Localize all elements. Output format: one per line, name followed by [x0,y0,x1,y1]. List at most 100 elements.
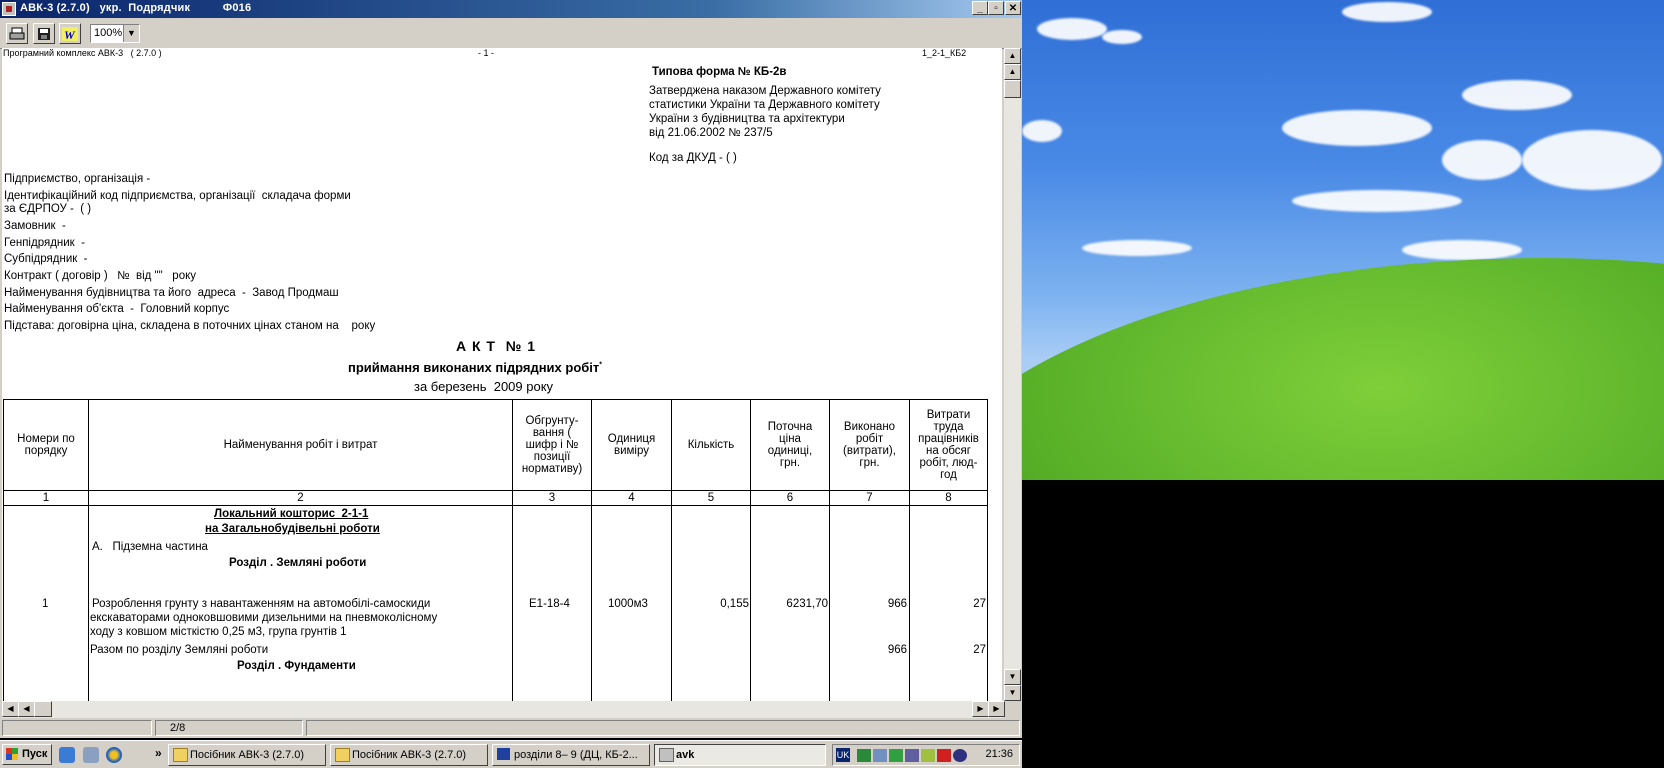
work-name-line: ходу з ковшом місткістю 0,25 м3, група г… [90,626,347,638]
scroll-left-button[interactable]: ◀ [18,701,35,717]
save-button[interactable] [33,23,55,44]
start-label: Пуск [22,748,48,760]
column-number: 4 [591,490,672,506]
table-body: 1 Локальний кошторис 2-1-1 на Загальнобу… [3,505,988,701]
tray-icon[interactable] [857,749,871,762]
start-button[interactable]: Пуск [2,744,52,765]
document-viewport[interactable]: Програмний комплекс АВК-3 ( 2.7.0 ) - 1 … [2,48,1002,701]
work-unit-price: 6231,70 [786,598,828,610]
info-line: Підстава: договірна ціна, складена в пот… [4,320,376,332]
local-estimate-title: Локальний кошторис 2-1-1 [214,508,369,520]
info-line: Генпідрядник - [4,237,85,249]
work-done-amount: 966 [887,598,907,610]
scroll-right-button[interactable]: ▶ [972,701,989,717]
column-number: 5 [671,490,751,506]
scroll-down-button[interactable]: ▼ [1004,669,1021,685]
tray-icon[interactable] [937,749,951,762]
tray-icon[interactable] [873,749,887,762]
info-line: Контракт ( договір ) № від "" року [4,270,197,282]
table-header-row: Номери по порядку Найменування робіт і в… [3,399,988,491]
taskbar-item-avk[interactable]: avk [654,744,826,766]
section-heading: Розділ . Фундаменти [237,660,356,672]
print-button[interactable] [6,23,28,44]
window-title: АВК-3 (2.7.0) укр. Подрядчик Ф016 [20,2,252,14]
scroll-up-button[interactable]: ▲ [1004,64,1021,80]
column-number: 2 [88,490,513,506]
section-label: А. Підземна частина [92,541,208,553]
close-button[interactable]: ✕ [1005,1,1021,15]
language-indicator[interactable]: UK [836,748,850,762]
word-export-button[interactable]: W [59,23,81,44]
avk-window: АВК-3 (2.7.0) укр. Подрядчик Ф016 _ ▫ ✕ … [0,0,1022,738]
work-labor: 27 [973,598,986,610]
status-bar: 2/8 [0,718,1022,738]
taskbar-item-folder[interactable]: Посібник АВК-3 (2.7.0) [330,744,488,766]
scroll-bottom-button[interactable]: ▼ [1004,685,1021,701]
folder-icon [335,748,350,762]
document-page: Програмний комплекс АВК-3 ( 2.7.0 ) - 1 … [2,48,1002,701]
system-tray: UK 21:36 [832,744,1020,766]
dkud-code: Код за ДКУД - ( ) [649,152,737,164]
vertical-scrollbar[interactable]: ▲ ▲ ▼ ▼ [1004,48,1021,701]
window-titlebar[interactable]: АВК-3 (2.7.0) укр. Подрядчик Ф016 _ ▫ ✕ [0,0,1022,18]
maximize-button[interactable]: ▫ [988,1,1004,15]
save-icon [38,28,50,40]
approved-line: від 21.06.2002 № 237/5 [649,127,773,139]
media-player-icon[interactable] [106,747,122,763]
zoom-select[interactable]: 100% ▼ [90,24,140,43]
column-number: 7 [829,490,910,506]
avk-icon [659,748,674,762]
act-subtitle: приймання виконаних підрядних робіт* [348,360,603,375]
info-line: Найменування об'єкта - Головний корпус [4,303,230,315]
row-number: 1 [42,598,49,610]
column-header: Найменування робіт і витрат [88,399,513,491]
tray-icon[interactable] [889,749,903,762]
scroll-top-button[interactable]: ▲ [1004,48,1021,64]
word-icon [497,748,510,760]
quicklaunch-overflow[interactable]: » [155,746,162,760]
ie-icon[interactable] [59,747,75,763]
form-title: Типова форма № КБ-2в [652,66,787,78]
work-quantity: 0,155 [720,598,749,610]
zoom-value: 100% [94,27,123,39]
local-estimate-subtitle: на Загальнобудівельні роботи [205,523,380,535]
clock[interactable]: 21:36 [985,748,1013,760]
word-export-icon: W [62,27,78,42]
tray-icon[interactable] [905,749,919,762]
page-indicator: 2/8 [155,720,303,736]
work-unit: 1000м3 [608,598,648,610]
approved-line: України з будівництва та архітектури [649,113,845,125]
scroll-first-button[interactable]: ◀ [2,701,19,717]
column-number: 6 [750,490,830,506]
info-line: Ідентифікаційний код підприємства, орган… [4,190,351,202]
hscroll-thumb[interactable] [34,701,52,717]
work-name-line: Розроблення грунту з навантаженням на ав… [92,598,431,610]
column-number: 8 [909,490,988,506]
horizontal-scrollbar[interactable]: ◀ ◀ ▶ ▶ [2,701,1005,718]
taskbar-item-word[interactable]: розділи 8– 9 (ДЦ, КБ-2... [492,744,650,766]
info-line: Субпідрядник - [4,253,88,265]
tray-icon[interactable] [953,749,967,762]
info-line: Підприємство, організація - [4,173,151,185]
chevron-down-icon[interactable]: ▼ [123,25,139,42]
column-header: Витрати труда працівників на обсяг робіт… [909,399,988,491]
minimize-button[interactable]: _ [972,1,988,15]
act-title: А К Т № 1 [456,338,537,354]
info-line: Замовник - [4,220,66,232]
tray-icon[interactable] [921,749,935,762]
section-heading: Розділ . Земляні роботи [229,557,367,569]
info-line: за ЄДРПОУ - ( ) [4,203,92,215]
column-header: Обгрунту-вання ( шифр і № позиції нормат… [512,399,592,491]
work-code: Е1-18-4 [529,598,570,610]
notepad-icon[interactable] [83,747,99,763]
app-icon [2,2,16,16]
taskbar-item-folder[interactable]: Посібник АВК-3 (2.7.0) [168,744,326,766]
toolbar: W 100% ▼ [0,18,1022,49]
column-header: Номери по порядку [3,399,89,491]
scroll-thumb[interactable] [1004,80,1021,98]
act-table: Номери по порядку Найменування робіт і в… [3,399,988,701]
printer-icon [9,27,25,40]
scroll-last-button[interactable]: ▶ [988,701,1005,717]
column-number: 3 [512,490,592,506]
column-header: Кількість [671,399,751,491]
